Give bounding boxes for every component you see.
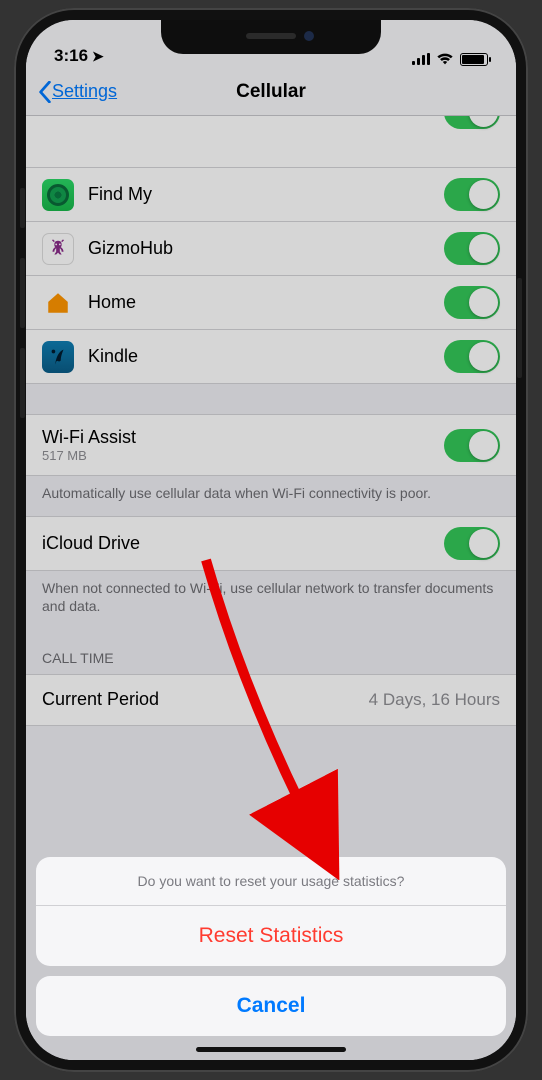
screen: 3:16 ➤ Settings Cellular Find xyxy=(26,20,516,1060)
cancel-button[interactable]: Cancel xyxy=(36,976,506,1036)
volume-up-button xyxy=(20,258,25,328)
mute-switch xyxy=(20,188,25,228)
power-button xyxy=(517,278,522,378)
home-indicator[interactable] xyxy=(196,1047,346,1052)
sheet-message: Do you want to reset your usage statisti… xyxy=(36,857,506,906)
phone-frame: 3:16 ➤ Settings Cellular Find xyxy=(14,8,528,1072)
volume-down-button xyxy=(20,348,25,418)
reset-statistics-button[interactable]: Reset Statistics xyxy=(36,906,506,966)
action-sheet: Do you want to reset your usage statisti… xyxy=(36,857,506,1046)
